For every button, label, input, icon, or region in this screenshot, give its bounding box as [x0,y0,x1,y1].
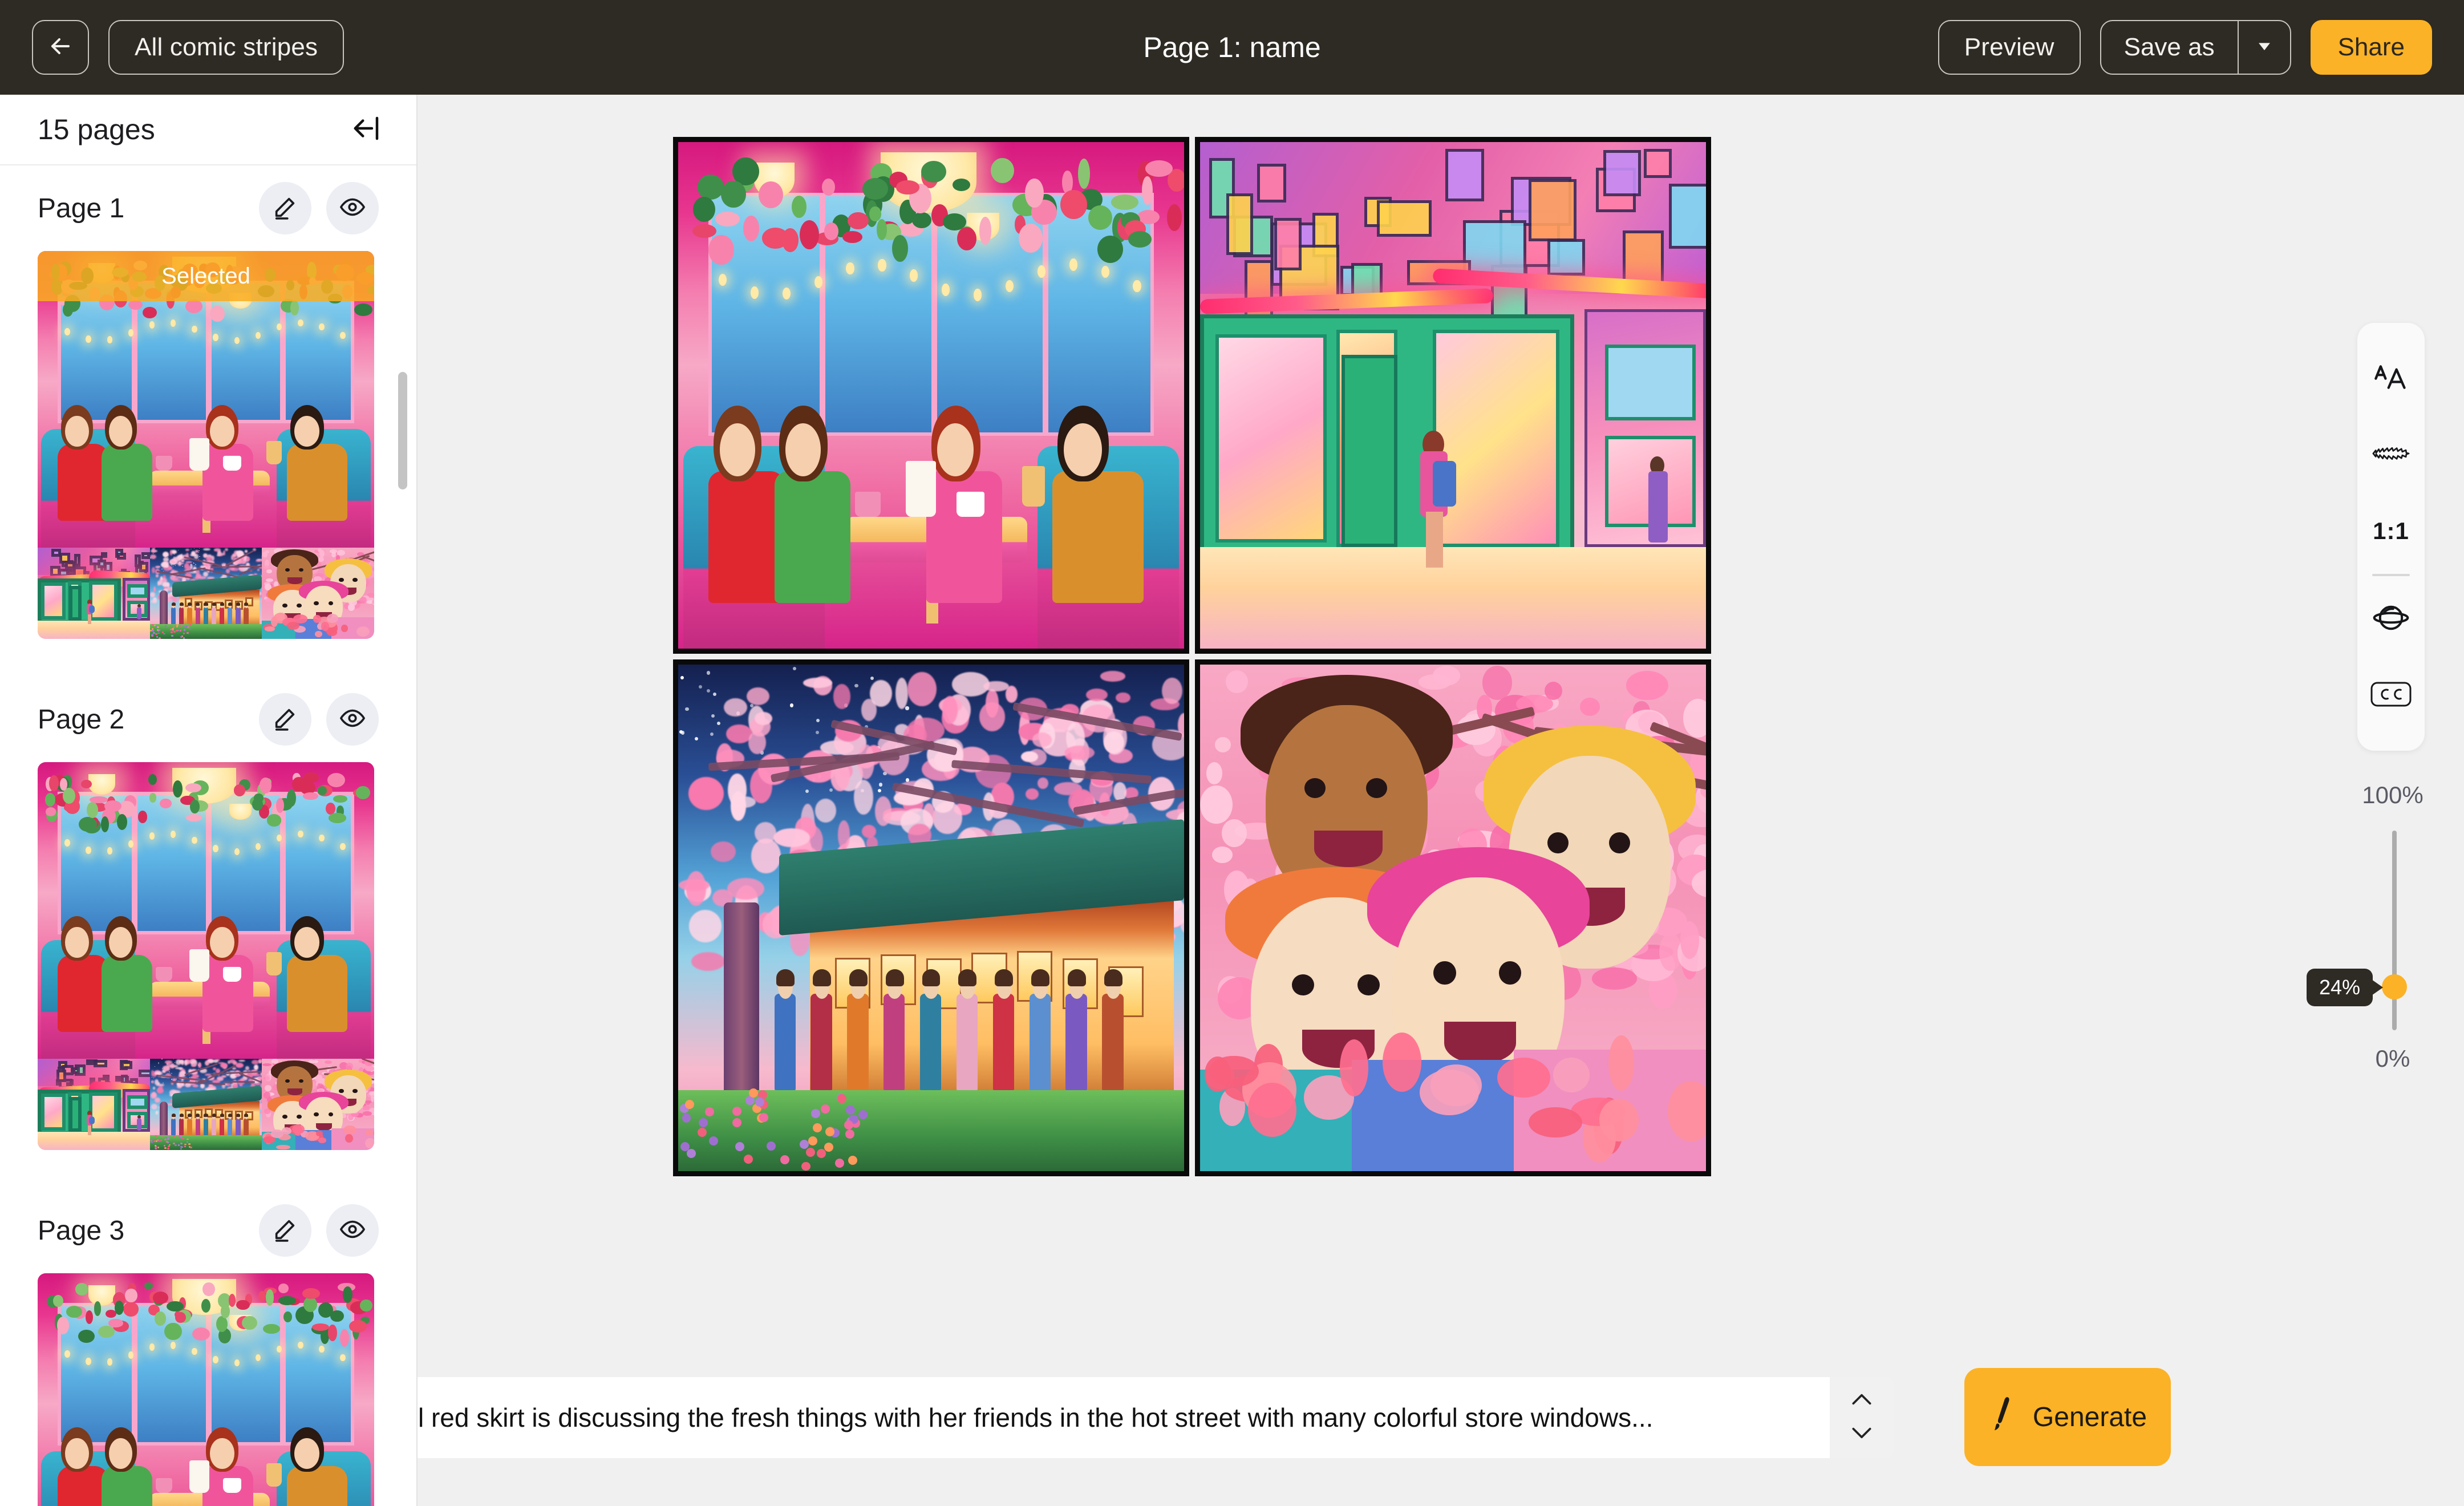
toolrail-divider [2372,574,2410,576]
thumbnail-strip [38,548,374,639]
eye-icon [339,705,366,734]
page-row: Page 3 [38,1188,379,1273]
thumbnail-small-3 [262,548,374,639]
generate-button[interactable]: Generate [1964,1368,2171,1466]
zoom-track[interactable] [2392,831,2397,1030]
page-edit-button[interactable] [259,1204,311,1257]
eye-icon [339,1216,366,1245]
text-size-icon [2373,359,2409,398]
pages-count-label: 15 pages [38,113,155,146]
thumbnail-small-1 [38,1059,150,1150]
globe-button[interactable] [2357,581,2425,657]
page-thumbnail[interactable] [38,762,374,1150]
status-badge: Selected [38,251,374,301]
pencil-icon [272,1216,298,1245]
thumbnail-small-3 [262,1059,374,1150]
preview-button[interactable]: Preview [1938,20,2081,75]
save-as-button[interactable]: Save as [2101,21,2238,74]
generate-label: Generate [2033,1402,2147,1433]
sidebar-header: 15 pages [0,95,416,165]
page-label: Page 2 [38,704,124,735]
aspect-ratio-button[interactable]: 1:1 [2357,493,2425,569]
zoom-value-tooltip: 24% [2307,969,2373,1006]
page-row: Page 1 [38,165,379,251]
sidebar-scrollbar[interactable] [398,372,407,489]
canvas-tool-rail: 1:1 [2357,323,2425,751]
save-as-group: Save as [2100,20,2291,75]
speech-bubble-icon [2371,440,2411,470]
share-button[interactable]: Share [2311,20,2432,75]
eye-icon [339,194,366,223]
text-size-button[interactable] [2357,340,2425,416]
speech-bubble-button[interactable] [2357,416,2425,493]
zoom-max-label: 100% [2344,782,2441,809]
page-thumbnail[interactable]: Selected [38,251,374,639]
prompt-stepper[interactable] [1830,1377,1894,1458]
aspect-ratio-label: 1:1 [2373,517,2409,545]
page-preview-button[interactable] [326,182,379,234]
page-preview-button[interactable] [326,693,379,746]
page-thumbnail[interactable] [38,1273,374,1506]
thumbnail-main-image [38,762,374,1059]
thumbnail-small-1 [38,548,150,639]
closed-captions-button[interactable] [2357,657,2425,734]
page-edit-button[interactable] [259,182,311,234]
pages-list: Page 1 Selected Page 2 Page 3 [0,165,416,1506]
save-as-dropdown-button[interactable] [2238,21,2290,74]
list-item[interactable]: Page 3 [0,1188,416,1506]
back-button[interactable] [32,20,89,75]
page-edit-button[interactable] [259,693,311,746]
top-toolbar: All comic stripes Page 1: name Preview S… [0,0,2464,95]
paintbrush-icon [1988,1396,2018,1438]
comic-canvas [418,95,2464,1330]
page-label: Page 3 [38,1215,124,1246]
collapse-panel-icon[interactable] [351,113,382,147]
page-row: Page 2 [38,677,379,762]
page-preview-button[interactable] [326,1204,379,1257]
chevron-down-icon [2255,37,2274,59]
thumbnail-small-2 [150,1059,262,1150]
list-item[interactable]: Page 2 [0,677,416,1150]
thumbnail-strip [38,1059,374,1150]
pencil-icon [272,705,298,734]
zoom-slider[interactable]: 100% 24% 0% [2344,782,2441,1072]
cafe-friends-panel[interactable] [673,137,1189,654]
sakura-teahouse-panel[interactable] [673,659,1189,1176]
list-item[interactable]: Page 1 Selected [0,165,416,639]
thumbnail-main-image [38,1273,374,1506]
zoom-min-label: 0% [2344,1045,2441,1072]
zoom-thumb[interactable] [2382,974,2407,999]
thumbnail-small-2 [150,548,262,639]
page-label: Page 1 [38,193,124,224]
closed-captions-icon [2370,681,2412,711]
neon-storefront-panel[interactable] [1195,137,1711,654]
globe-icon [2373,600,2409,639]
pages-sidebar: 15 pages Page 1 Selected Page 2 Page 3 [0,95,418,1506]
arrow-left-icon [47,33,74,63]
chevron-down-icon[interactable] [1849,1424,1874,1444]
all-comic-stripes-button[interactable]: All comic stripes [108,20,344,75]
comic-page-sheet [673,137,1711,1176]
chevron-up-icon[interactable] [1849,1391,1874,1411]
pencil-icon [272,194,298,223]
friends-selfie-panel[interactable] [1195,659,1711,1176]
